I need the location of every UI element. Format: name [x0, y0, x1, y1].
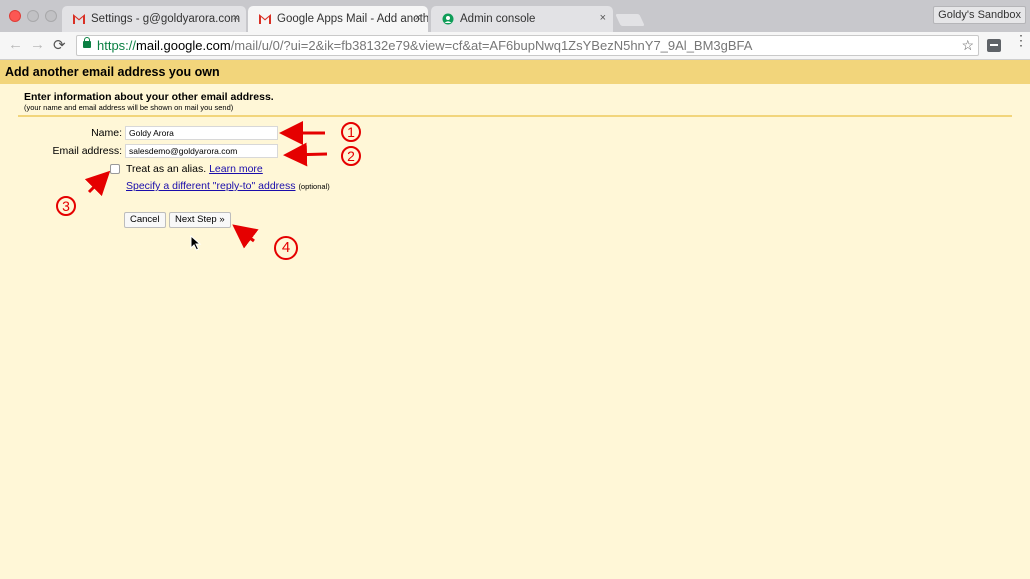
- profile-button[interactable]: Goldy's Sandbox: [933, 6, 1026, 24]
- url-host: mail.google.com: [136, 38, 231, 53]
- email-field[interactable]: [125, 144, 278, 158]
- alias-label: Treat as an alias.: [126, 163, 207, 175]
- name-label: Name:: [91, 127, 122, 139]
- tab-label: Settings - g@goldyarora.com: [91, 13, 241, 25]
- bookmark-star-icon[interactable]: ☆: [961, 36, 974, 55]
- step-marker-1: 1: [341, 122, 361, 142]
- reload-icon[interactable]: ⟳: [53, 36, 66, 54]
- name-field[interactable]: [125, 126, 278, 140]
- page-content: Add another email address you own Enter …: [0, 60, 1030, 579]
- gmail-icon: [73, 14, 85, 24]
- tab-label: Admin console: [460, 13, 536, 25]
- back-arrow-icon[interactable]: ←: [8, 36, 23, 53]
- browser-tab-strip: Settings - g@goldyarora.com × Google App…: [0, 0, 1030, 32]
- url-scheme: https://: [97, 38, 137, 53]
- admin-console-icon: [442, 13, 454, 25]
- lock-icon: [83, 37, 91, 48]
- browser-toolbar: ← → ⟳ https://mail.google.com/mail/u/0/?…: [0, 32, 1030, 60]
- reply-to-row: Specify a different "reply-to" address (…: [126, 180, 330, 192]
- maximize-window-button[interactable]: [45, 10, 57, 22]
- tab-close-icon[interactable]: ×: [600, 12, 606, 24]
- page-title: Add another email address you own: [0, 60, 1030, 84]
- reply-to-link[interactable]: Specify a different "reply-to" address: [126, 180, 296, 192]
- optional-note: (optional): [298, 182, 330, 191]
- alias-checkbox[interactable]: [110, 164, 120, 174]
- next-step-button[interactable]: Next Step »: [169, 212, 231, 228]
- chrome-menu-icon[interactable]: ⋮: [1014, 33, 1028, 47]
- forward-arrow-icon[interactable]: →: [30, 36, 45, 53]
- address-bar[interactable]: https://mail.google.com/mail/u/0/?ui=2&i…: [76, 35, 979, 56]
- mouse-cursor-icon: [190, 235, 202, 251]
- tab-close-icon[interactable]: ×: [415, 12, 421, 24]
- step-marker-3: 3: [56, 196, 76, 216]
- tab-admin-console[interactable]: Admin console ×: [431, 6, 613, 32]
- learn-more-link[interactable]: Learn more: [209, 163, 263, 175]
- new-tab-button[interactable]: [615, 14, 645, 26]
- step-marker-4: 4: [274, 236, 298, 260]
- intro-subtitle: (your name and email address will be sho…: [24, 103, 234, 112]
- intro-block: Enter information about your other email…: [24, 91, 274, 112]
- tab-label: Google Apps Mail - Add anoth: [277, 13, 428, 25]
- tab-add-email[interactable]: Google Apps Mail - Add anoth ×: [248, 6, 428, 32]
- tab-settings[interactable]: Settings - g@goldyarora.com ×: [62, 6, 246, 32]
- extension-icon[interactable]: [987, 39, 1001, 52]
- alias-text: Treat as an alias. Learn more: [126, 163, 263, 175]
- divider: [18, 115, 1012, 117]
- tab-close-icon[interactable]: ×: [233, 12, 239, 24]
- gmail-icon: [259, 14, 271, 24]
- step-marker-2: 2: [341, 146, 361, 166]
- minimize-window-button[interactable]: [27, 10, 39, 22]
- close-window-button[interactable]: [9, 10, 21, 22]
- url-path: /mail/u/0/?ui=2&ik=fb38132e79&view=cf&at…: [230, 38, 753, 53]
- email-label: Email address:: [52, 145, 122, 157]
- cancel-button[interactable]: Cancel: [124, 212, 166, 228]
- intro-title: Enter information about your other email…: [24, 91, 274, 103]
